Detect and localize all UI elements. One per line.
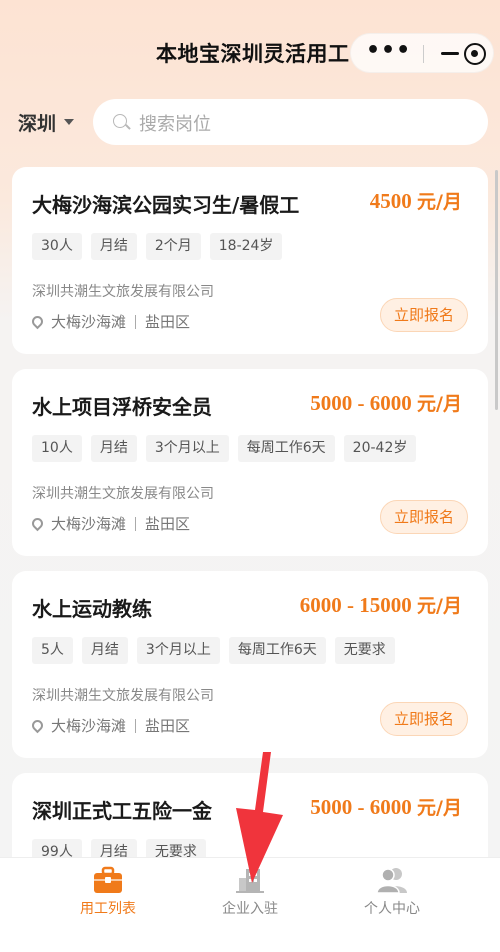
more-dots-icon[interactable]: ••• <box>366 38 411 63</box>
job-card[interactable]: 大梅沙海滨公园实习生/暑假工 4500 元/月 30人 月结 2个月 18-24… <box>12 167 488 354</box>
location-name: 大梅沙海滩 <box>51 515 127 533</box>
job-salary: 5000 - 6000 元/月 <box>310 391 462 415</box>
location-pin-icon <box>29 515 46 532</box>
job-tags: 30人 月结 2个月 18-24岁 <box>32 233 283 260</box>
job-tags: 10人 月结 3个月以上 每周工作6天 20-42岁 <box>32 435 417 462</box>
location-divider <box>135 314 137 329</box>
district-name: 盐田区 <box>145 717 191 735</box>
job-salary: 5000 - 6000 元/月 <box>310 795 462 819</box>
job-card[interactable]: 水上项目浮桥安全员 5000 - 6000 元/月 10人 月结 3个月以上 每… <box>12 369 488 556</box>
job-salary: 4500 元/月 <box>369 189 462 213</box>
apply-button[interactable]: 立即报名 <box>380 702 468 736</box>
minus-icon[interactable] <box>441 52 459 55</box>
caret-down-icon[interactable] <box>64 119 74 125</box>
app-title: 本地宝深圳灵活用工 <box>156 42 350 66</box>
job-tag: 5人 <box>32 637 73 664</box>
scrollbar[interactable] <box>495 170 498 410</box>
job-tag: 3个月以上 <box>145 435 229 462</box>
search-icon <box>113 114 127 128</box>
company-name: 深圳共潮生文旅发展有限公司 <box>32 486 214 502</box>
location-divider <box>135 516 137 531</box>
job-card[interactable]: 水上运动教练 6000 - 15000 元/月 5人 月结 3个月以上 每周工作… <box>12 571 488 758</box>
apply-button[interactable]: 立即报名 <box>380 298 468 332</box>
job-tag: 20-42岁 <box>343 435 417 462</box>
job-location: 大梅沙海滩 盐田区 <box>29 513 191 534</box>
target-icon[interactable] <box>464 43 486 65</box>
job-location: 大梅沙海滩 盐田区 <box>29 311 191 332</box>
users-icon <box>377 868 407 894</box>
job-title: 水上项目浮桥安全员 <box>32 395 212 419</box>
tab-personal-center[interactable]: 个人中心 <box>309 858 475 952</box>
job-tag: 30人 <box>32 233 82 260</box>
city-selector[interactable]: 深圳 <box>18 109 56 136</box>
district-name: 盐田区 <box>145 313 191 331</box>
company-name: 深圳共潮生文旅发展有限公司 <box>32 284 214 300</box>
job-tag: 无要求 <box>334 637 395 664</box>
company-name: 深圳共潮生文旅发展有限公司 <box>32 688 214 704</box>
job-salary: 6000 - 15000 元/月 <box>299 593 462 617</box>
capsule-divider <box>423 45 424 63</box>
job-tag: 2个月 <box>145 233 201 260</box>
location-name: 大梅沙海滩 <box>51 313 127 331</box>
job-tag: 3个月以上 <box>136 637 220 664</box>
location-pin-icon <box>29 717 46 734</box>
job-tag: 18-24岁 <box>209 233 283 260</box>
job-tag: 月结 <box>81 637 128 664</box>
job-tags: 5人 月结 3个月以上 每周工作6天 无要求 <box>32 637 395 664</box>
job-tag: 每周工作6天 <box>237 435 335 462</box>
job-tag: 每周工作6天 <box>228 637 326 664</box>
building-icon <box>236 869 264 893</box>
location-name: 大梅沙海滩 <box>51 717 127 735</box>
briefcase-icon <box>94 866 122 893</box>
job-tag: 10人 <box>32 435 82 462</box>
job-location: 大梅沙海滩 盐田区 <box>29 715 191 736</box>
apply-button[interactable]: 立即报名 <box>380 500 468 534</box>
job-title: 大梅沙海滨公园实习生/暑假工 <box>32 193 300 217</box>
location-divider <box>135 718 137 733</box>
job-title: 水上运动教练 <box>32 597 152 621</box>
location-pin-icon <box>29 313 46 330</box>
mini-program-capsule: ••• <box>350 33 494 73</box>
district-name: 盐田区 <box>145 515 191 533</box>
bottom-tab-bar: 用工列表 企业入驻 个人中心 <box>0 857 500 952</box>
header: 本地宝深圳灵活用工 ••• <box>0 0 500 100</box>
search-placeholder: 搜索岗位 <box>139 114 211 135</box>
tab-label: 个人中心 <box>364 901 420 917</box>
job-tag: 月结 <box>90 435 137 462</box>
job-title: 深圳正式工五险一金 <box>32 799 212 823</box>
job-tag: 月结 <box>90 233 137 260</box>
search-input[interactable]: 搜索岗位 <box>93 99 488 145</box>
